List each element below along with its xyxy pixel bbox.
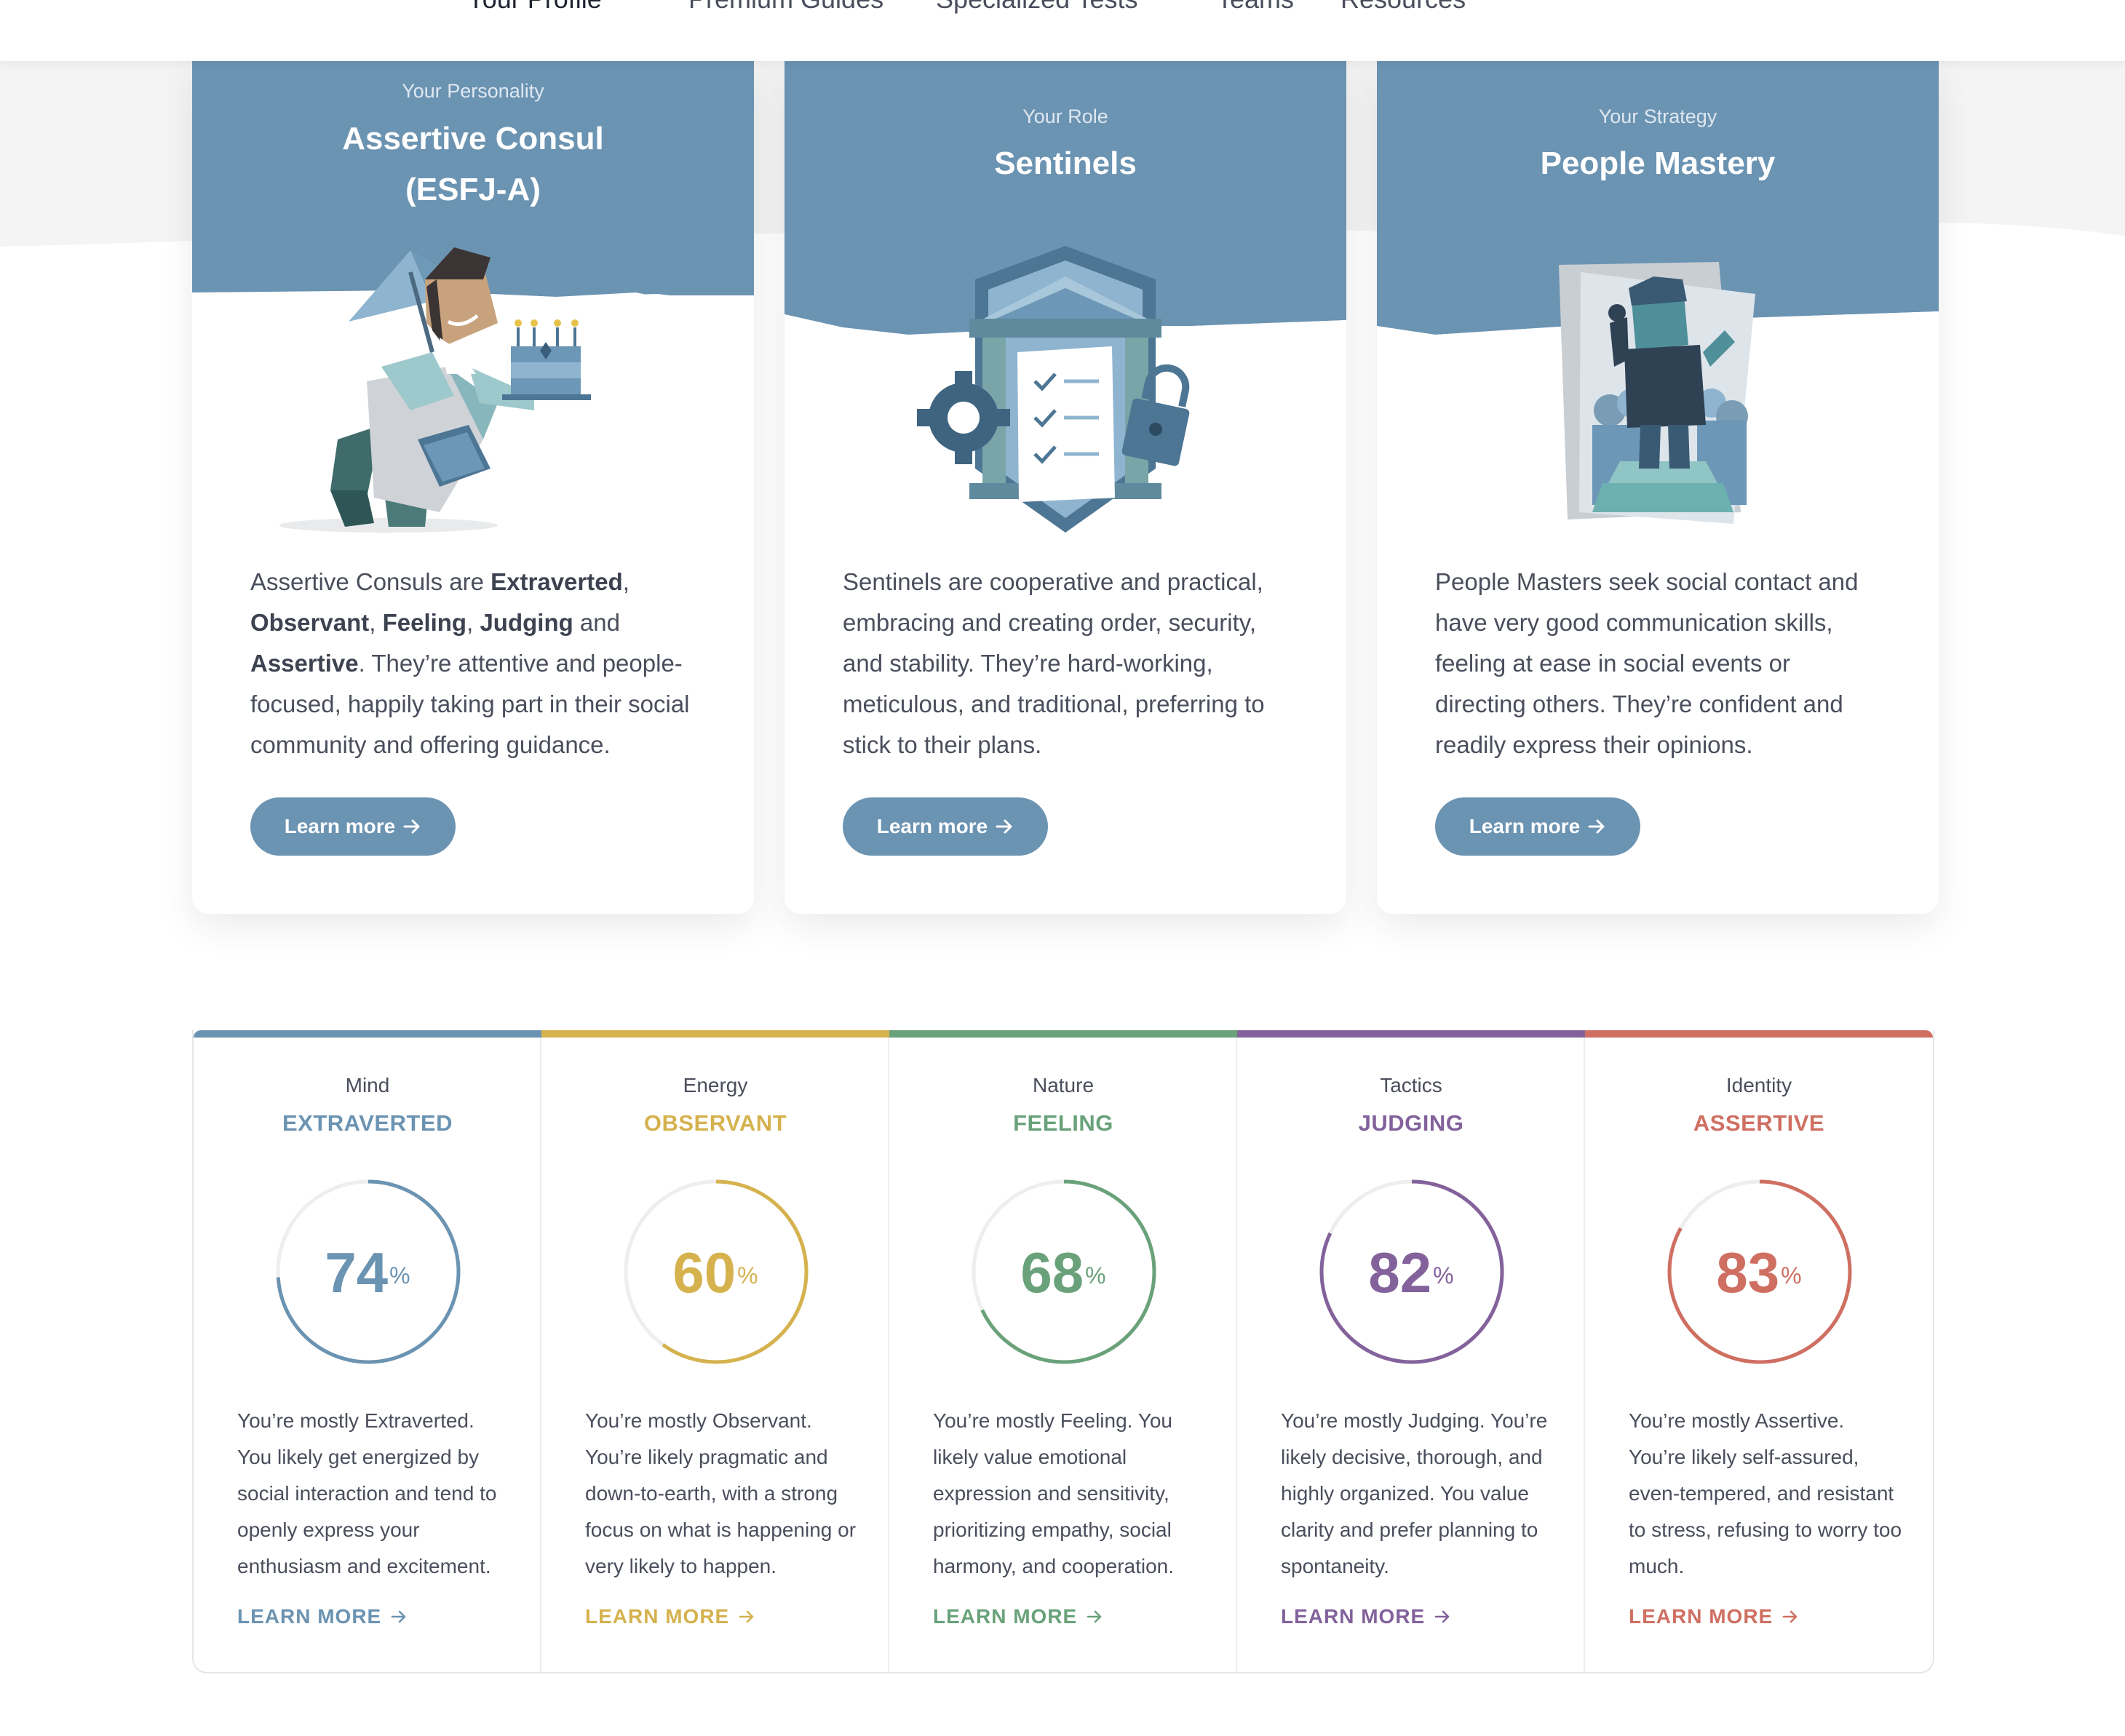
percent-value: 83% xyxy=(1716,1241,1802,1305)
trait-description: You’re mostly Judging. You’re likely dec… xyxy=(1281,1409,1548,1577)
trait-tactics: Tactics JUDGING 82% You’re mostly Judgin… xyxy=(1237,1030,1585,1672)
trait-category: Identity xyxy=(1725,1074,1792,1096)
arrow-right-icon xyxy=(1588,819,1605,834)
trait-description: You’re mostly Observant. You’re likely p… xyxy=(585,1409,857,1577)
trait-category: Mind xyxy=(345,1074,390,1096)
learn-more-link[interactable]: LEARN MORE xyxy=(237,1605,408,1628)
trait-name: EXTRAVERTED xyxy=(282,1110,453,1136)
nav-specialized-tests[interactable]: Specialized Tests xyxy=(936,0,1138,15)
learn-more-button[interactable]: Learn more xyxy=(843,797,1048,856)
trait-energy: Energy OBSERVANT 60% You’re mostly Obser… xyxy=(541,1030,889,1672)
top-navigation: Your Profile Premium Guides Specialized … xyxy=(0,0,2125,61)
sentinel-shield-illustration xyxy=(917,246,1190,533)
trait-nature: Nature FEELING 68% You’re mostly Feeling… xyxy=(889,1030,1237,1672)
trait-color-bar xyxy=(889,1030,1237,1038)
nav-your-profile[interactable]: Your Profile xyxy=(467,0,602,15)
trait-description: You’re mostly Extraverted. You likely ge… xyxy=(237,1409,497,1577)
arrow-right-icon xyxy=(391,1610,406,1622)
trait-category: Energy xyxy=(683,1074,748,1096)
trait-category: Tactics xyxy=(1380,1074,1442,1096)
learn-more-button[interactable]: Learn more xyxy=(1435,797,1640,856)
personality-card: Your Personality Assertive Consul (ESFJ-… xyxy=(192,61,754,914)
nav-resources[interactable]: Resources xyxy=(1340,0,1466,15)
card-description: People Masters seek social contact and h… xyxy=(1435,568,1859,758)
arrow-right-icon xyxy=(1782,1610,1798,1622)
card-description: Assertive Consuls are Extraverted, Obser… xyxy=(250,568,690,758)
learn-more-link[interactable]: LEARN MORE xyxy=(1281,1605,1451,1628)
learn-more-button[interactable]: Learn more xyxy=(250,797,456,856)
percent-value: 82% xyxy=(1368,1241,1454,1305)
arrow-right-icon xyxy=(1087,1610,1102,1622)
trait-name: JUDGING xyxy=(1358,1110,1464,1136)
learn-more-link[interactable]: LEARN MORE xyxy=(1629,1605,1799,1628)
arrow-right-icon xyxy=(739,1610,754,1622)
learn-more-link[interactable]: LEARN MORE xyxy=(585,1605,755,1628)
trait-scores-panel: Mind EXTRAVERTED 74% You’re mostly Extra… xyxy=(192,1030,1934,1673)
trait-name: ASSERTIVE xyxy=(1693,1110,1825,1136)
trait-color-bar xyxy=(194,1030,541,1038)
percent-value: 60% xyxy=(672,1241,758,1305)
arrow-right-icon xyxy=(1434,1610,1450,1622)
trait-color-bar xyxy=(1237,1030,1585,1038)
role-card: Your Role Sentinels Sentinels are cooper… xyxy=(785,61,1346,914)
trait-category: Nature xyxy=(1032,1074,1095,1096)
consul-waiter-illustration xyxy=(279,247,591,533)
nav-premium-guides[interactable]: Premium Guides xyxy=(688,0,883,15)
trait-description: You’re mostly Assertive. You’re likely s… xyxy=(1629,1409,1902,1577)
trait-color-bar xyxy=(1585,1030,1933,1038)
trait-name: OBSERVANT xyxy=(643,1110,787,1136)
trait-identity: Identity ASSERTIVE 83% You’re mostly Ass… xyxy=(1585,1030,1933,1672)
trait-mind: Mind EXTRAVERTED 74% You’re mostly Extra… xyxy=(194,1030,541,1672)
nav-teams[interactable]: Teams xyxy=(1217,0,1294,15)
arrow-right-icon xyxy=(996,819,1012,834)
percent-value: 74% xyxy=(325,1241,410,1305)
strategy-card: Your Strategy People Mastery People Mast… xyxy=(1377,61,1939,914)
card-description: Sentinels are cooperative and practical,… xyxy=(843,568,1265,758)
learn-more-link[interactable]: LEARN MORE xyxy=(933,1605,1103,1628)
trait-name: FEELING xyxy=(1013,1110,1113,1136)
trait-description: You’re mostly Feeling. You likely value … xyxy=(933,1409,1175,1577)
trait-color-bar xyxy=(541,1030,889,1038)
arrow-right-icon xyxy=(403,819,420,834)
percent-value: 68% xyxy=(1020,1241,1106,1305)
speaker-podium-illustration xyxy=(1559,262,1755,524)
